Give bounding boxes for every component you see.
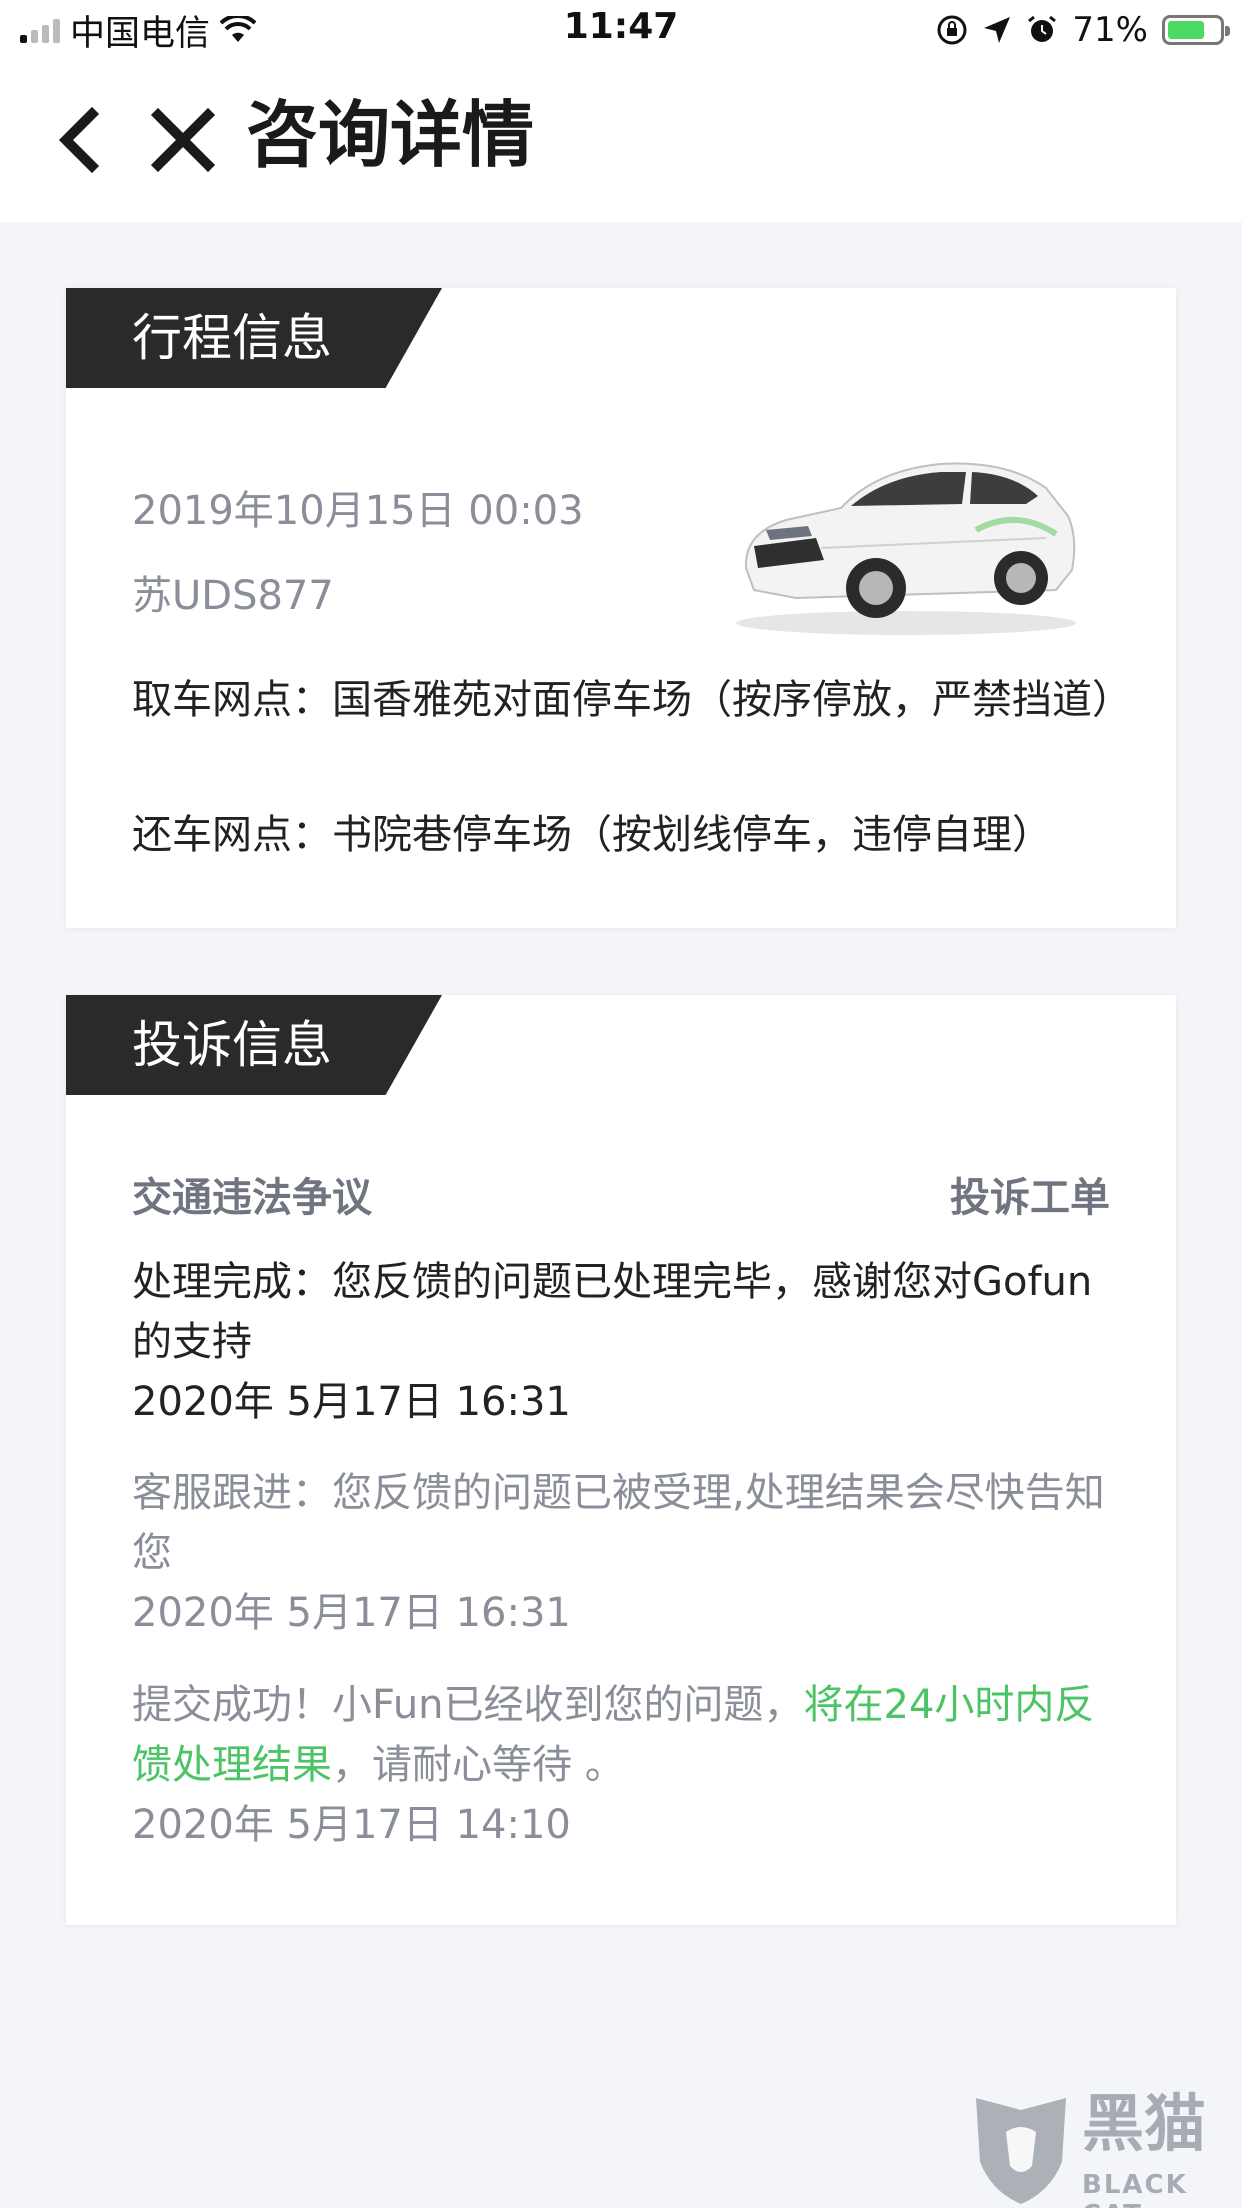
car-image (736, 462, 1076, 635)
submitted-text-before: 提交成功！小Fun已经收到您的问题， (132, 1682, 804, 1728)
status-right: 71% (936, 8, 1230, 52)
timeline-entry-text: 提交成功！小Fun已经收到您的问题，将在24小时内反馈处理结果，请耐心等待 。 (132, 1675, 1112, 1795)
timeline-entry-time: 2020年 5月17日 16:31 (132, 1379, 571, 1425)
trip-datetime: 2019年10月15日 00:03 (132, 488, 584, 534)
chevron-left-icon[interactable] (48, 100, 118, 180)
return-location: 还车网点：书院巷停车场（按划线停车，违停自理） (132, 812, 1052, 858)
timeline-entry-submitted: 提交成功！小Fun已经收到您的问题，将在24小时内反馈处理结果，请耐心等待 。 … (132, 1675, 1112, 1855)
timeline-entry-time: 2020年 5月17日 14:10 (132, 1802, 571, 1848)
cat-shield-logo (976, 2098, 1066, 2204)
trip-section-tag: 行程信息 (66, 288, 442, 388)
complaint-meta-row: 交通违法争议 投诉工单 (132, 1165, 1110, 1223)
watermark-text: 黑猫 (1082, 2087, 1207, 2160)
close-icon[interactable] (148, 100, 218, 180)
nav-bar: 咨询详情 (0, 62, 1242, 222)
location-icon (984, 17, 1011, 43)
timeline-entry-followup: 客服跟进：您反馈的问题已被受理,处理结果会尽快告知您 2020年 5月17日 1… (132, 1463, 1112, 1643)
alarm-icon (1028, 15, 1057, 42)
trip-section-title: 行程信息 (132, 309, 332, 367)
timeline-entry-text: 客服跟进：您反馈的问题已被受理,处理结果会尽快告知您 (132, 1470, 1105, 1576)
orientation-lock-icon (937, 15, 967, 45)
watermark-subtext: BLACK CAT (1082, 2170, 1188, 2208)
trip-plate: 苏UDS877 (132, 573, 334, 619)
battery-icon (1162, 15, 1230, 45)
trip-info-card: 行程信息 2019年10月15日 00:03 苏UDS877 取车网点：国香雅苑… (66, 288, 1176, 928)
complaint-category: 交通违法争议 (132, 1175, 372, 1221)
timeline-entry-completed: 处理完成：您反馈的问题已处理完毕，感谢您对Gofun的支持 2020年 5月17… (132, 1252, 1112, 1432)
complaint-info-card: 投诉信息 交通违法争议 投诉工单 处理完成：您反馈的问题已处理完毕，感谢您对Go… (66, 995, 1176, 1925)
pickup-location: 取车网点：国香雅苑对面停车场（按序停放，严禁挡道） (132, 677, 1132, 723)
timeline-entry-text: 处理完成：您反馈的问题已处理完毕，感谢您对Gofun的支持 (132, 1259, 1093, 1365)
complaint-section-title: 投诉信息 (132, 1016, 332, 1074)
timeline-entry-time: 2020年 5月17日 16:31 (132, 1590, 571, 1636)
complaint-type: 投诉工单 (950, 1175, 1110, 1221)
status-bar: 中国电信 11:47 71% (0, 0, 1242, 62)
battery-percent: 71% (1072, 10, 1148, 50)
complaint-section-tag: 投诉信息 (66, 995, 442, 1095)
submitted-text-after: ，请耐心等待 。 (332, 1742, 625, 1788)
black-cat-watermark: 黑猫 BLACK CAT (970, 2087, 1242, 2208)
page-title: 咨询详情 (246, 93, 535, 177)
